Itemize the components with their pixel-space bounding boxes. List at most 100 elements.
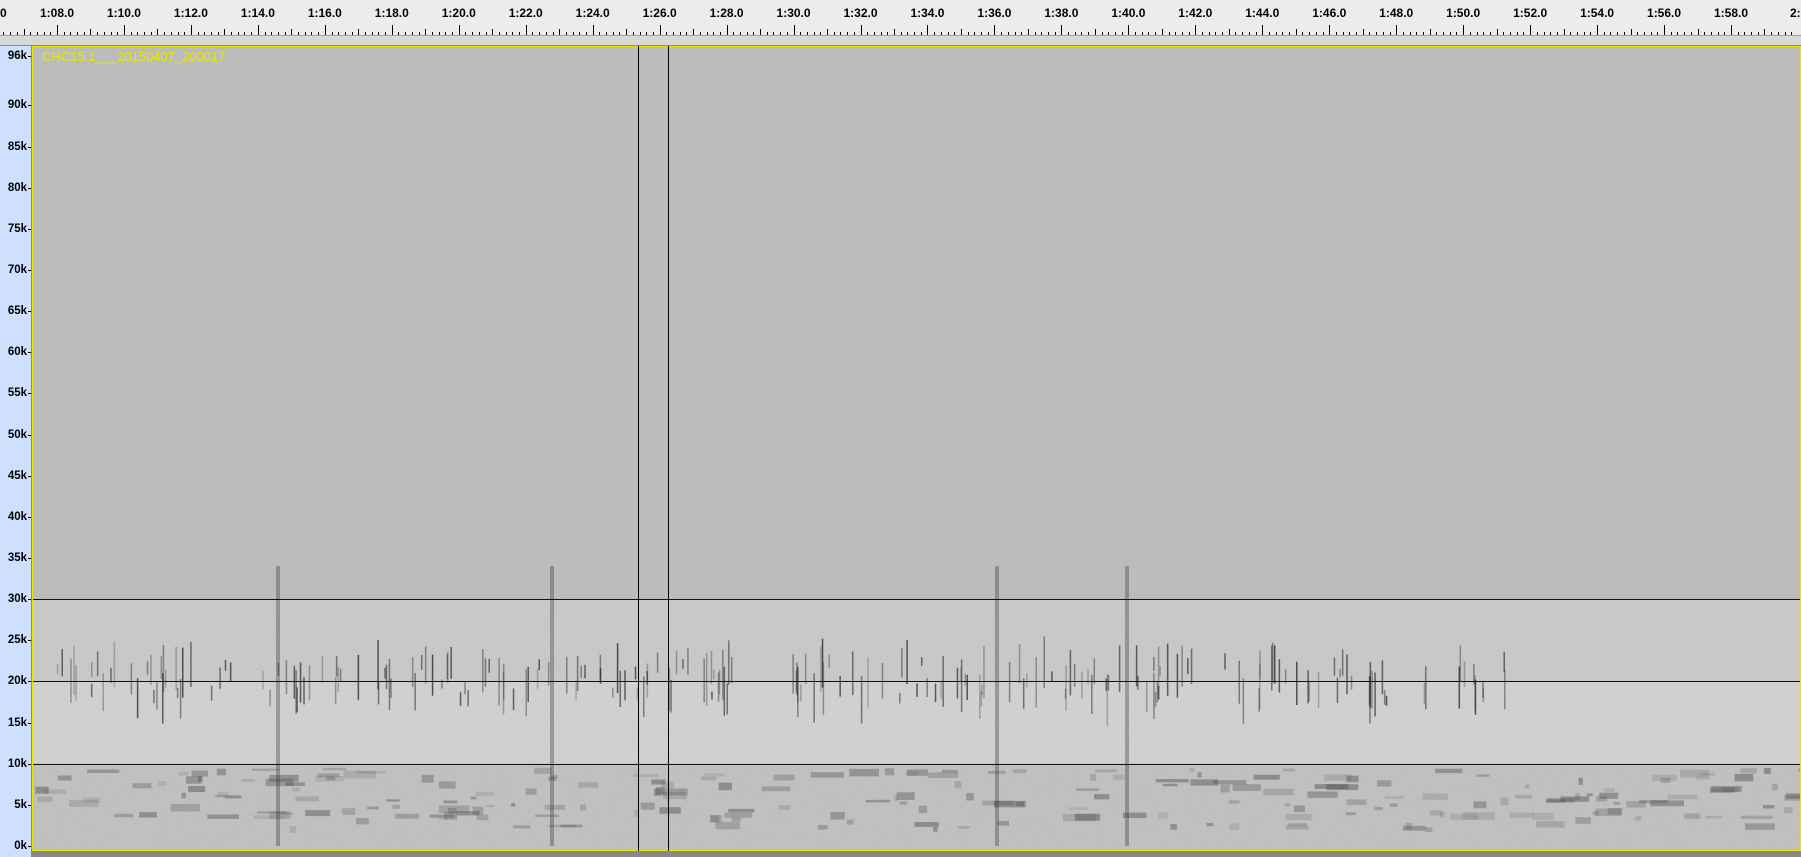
time-tick	[1751, 32, 1752, 35]
bass-blob	[525, 788, 537, 795]
call-mark	[705, 653, 708, 706]
time-tick	[713, 32, 714, 35]
call-mark	[1087, 669, 1089, 685]
time-tick	[1343, 32, 1344, 35]
time-tick	[439, 32, 440, 35]
time-tick	[17, 32, 18, 35]
time-tick	[1537, 32, 1538, 35]
call-mark	[1181, 645, 1183, 687]
time-tick	[1055, 32, 1056, 35]
time-tick	[666, 32, 667, 35]
call-mark	[670, 679, 672, 713]
time-label: 1:44.0	[1245, 6, 1280, 20]
time-tick	[599, 32, 600, 35]
broadband-click	[550, 566, 554, 846]
time-tick	[479, 32, 480, 35]
bass-blob	[1405, 822, 1413, 830]
time-tick	[338, 32, 339, 35]
bass-blob	[292, 787, 300, 792]
call-mark	[713, 669, 715, 680]
call-mark	[1374, 672, 1376, 717]
time-label: 1:16.0	[307, 6, 342, 20]
bass-blob	[1189, 768, 1195, 772]
bass-blob	[704, 773, 725, 777]
frequency-label: 50k	[7, 428, 27, 441]
call-mark	[1154, 692, 1157, 708]
call-mark	[717, 672, 720, 702]
timeline-ruler[interactable]: 0 1:08.0 1:10.0 1:12.0 1:14.0 1:16.0 1:18.0 1:2…	[0, 0, 1801, 36]
call-mark	[219, 667, 221, 689]
time-tick	[1570, 32, 1571, 35]
time-tick	[646, 32, 647, 35]
bass-blob	[356, 818, 369, 825]
time-tick	[1383, 32, 1384, 35]
call-mark	[160, 656, 163, 679]
call-mark	[881, 662, 884, 699]
bass-blob	[1532, 812, 1554, 821]
frequency-label: 5k	[14, 798, 27, 811]
call-mark	[1459, 645, 1462, 682]
bass-blob	[1667, 794, 1698, 800]
bass-blob	[323, 767, 346, 771]
time-tick	[1048, 32, 1049, 35]
time-tick	[30, 32, 31, 35]
time-tick	[1035, 32, 1036, 35]
call-mark	[899, 693, 901, 704]
time-tick	[1477, 32, 1478, 35]
time-tick	[1785, 32, 1786, 35]
call-mark	[75, 665, 77, 701]
time-tick	[291, 29, 292, 35]
call-mark	[388, 658, 391, 711]
time-tick	[619, 32, 620, 35]
time-tick	[1262, 25, 1263, 35]
call-mark	[96, 651, 99, 677]
frequency-ruler[interactable]: 96k 90k 85k 80k 75k 70k 65k 60k 55k 50k 45k 40k 35k 3…	[0, 46, 32, 857]
call-mark	[1166, 643, 1169, 696]
spectrogram-view[interactable]: CHC15.1___20150407_200017	[32, 46, 1801, 851]
time-tick	[419, 32, 420, 35]
time-tick	[1771, 32, 1772, 35]
time-tick	[814, 32, 815, 35]
time-tick	[1189, 32, 1190, 35]
time-tick	[1410, 32, 1411, 35]
time-tick	[867, 32, 868, 35]
bass-blob	[289, 826, 297, 834]
call-mark	[934, 683, 937, 702]
spectrogram-noise	[32, 46, 1801, 851]
bass-blob	[718, 782, 732, 791]
bass-blob	[443, 800, 458, 804]
time-tick	[392, 25, 393, 35]
call-mark	[839, 675, 841, 697]
time-tick	[44, 32, 45, 35]
time-tick	[1309, 32, 1310, 35]
bass-blob	[933, 826, 938, 832]
time-tick	[532, 32, 533, 35]
time-tick	[1289, 32, 1290, 35]
call-mark	[1065, 665, 1067, 711]
call-mark	[538, 659, 541, 671]
time-tick	[305, 32, 306, 35]
call-mark	[1278, 659, 1281, 693]
time-tick	[50, 32, 51, 35]
bass-blob	[83, 797, 101, 803]
call-mark	[867, 657, 869, 708]
time-tick	[244, 32, 245, 35]
call-mark	[906, 640, 908, 685]
call-mark	[656, 652, 659, 673]
time-label: 1:38.0	[1044, 6, 1079, 20]
time-tick	[1590, 32, 1591, 35]
call-mark	[1035, 656, 1037, 708]
time-label: 1:26.0	[642, 6, 677, 20]
time-tick	[164, 32, 165, 35]
frequency-tick	[28, 599, 31, 600]
bass-blob	[1374, 806, 1383, 811]
frequency-label: 70k	[7, 263, 27, 276]
call-mark	[459, 692, 462, 706]
time-tick	[1597, 25, 1598, 35]
bass-blob	[1476, 774, 1490, 777]
bass-blob	[1069, 807, 1089, 810]
time-tick	[954, 32, 955, 35]
time-tick	[1075, 32, 1076, 35]
bass-blob	[899, 801, 908, 805]
time-tick	[1430, 29, 1431, 35]
